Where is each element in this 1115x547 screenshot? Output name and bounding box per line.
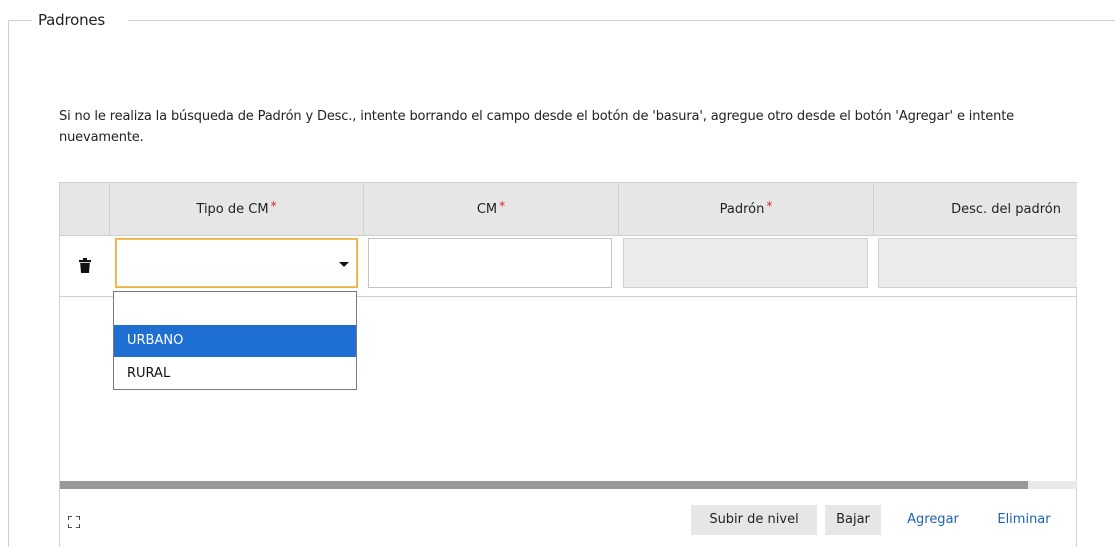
- header-tipo-cm[interactable]: Tipo de CM *: [109, 183, 363, 235]
- cm-input[interactable]: [368, 238, 612, 288]
- bajar-button[interactable]: Bajar: [825, 505, 881, 535]
- subir-de-nivel-button[interactable]: Subir de nivel: [691, 505, 817, 535]
- header-cm[interactable]: CM *: [363, 183, 618, 235]
- dropdown-option-rural[interactable]: RURAL: [114, 358, 356, 390]
- required-mark: *: [499, 199, 506, 213]
- horizontal-scrollbar[interactable]: [60, 481, 1077, 489]
- required-mark: *: [270, 199, 277, 213]
- required-mark: *: [766, 199, 773, 213]
- trash-icon[interactable]: [79, 258, 93, 274]
- header-label: Desc. del padrón: [951, 201, 1061, 217]
- grid-header: Tipo de CM * CM * Padrón * Desc. del padrón: [60, 183, 1077, 236]
- eliminar-button[interactable]: Eliminar: [988, 505, 1060, 535]
- expand-icon[interactable]: [67, 513, 81, 529]
- header-label: CM: [476, 201, 498, 217]
- dropdown-option-urbano[interactable]: URBANO: [114, 325, 356, 357]
- agregar-button[interactable]: Agregar: [897, 505, 969, 535]
- padron-field: [623, 238, 868, 288]
- tipo-cm-select[interactable]: [115, 238, 358, 288]
- table-row: [60, 236, 1077, 297]
- desc-padron-field: [878, 238, 1077, 288]
- fieldset-border: [8, 20, 9, 547]
- section-legend: Padrones: [38, 11, 106, 29]
- scrollbar-thumb[interactable]: [60, 481, 1028, 489]
- tipo-cm-dropdown: URBANO RURAL: [113, 291, 357, 390]
- header-padron[interactable]: Padrón *: [618, 183, 873, 235]
- header-action-cell: [60, 183, 109, 235]
- header-label: Tipo de CM: [196, 201, 269, 217]
- header-label: Padrón: [719, 201, 765, 217]
- fieldset-border: [8, 20, 32, 21]
- dropdown-option-empty[interactable]: [114, 292, 356, 324]
- header-desc-padron[interactable]: Desc. del padrón: [873, 183, 1077, 235]
- info-text: Si no le realiza la búsqueda de Padrón y…: [59, 109, 1015, 145]
- fieldset-border: [128, 20, 1115, 21]
- chevron-down-icon: [339, 262, 349, 267]
